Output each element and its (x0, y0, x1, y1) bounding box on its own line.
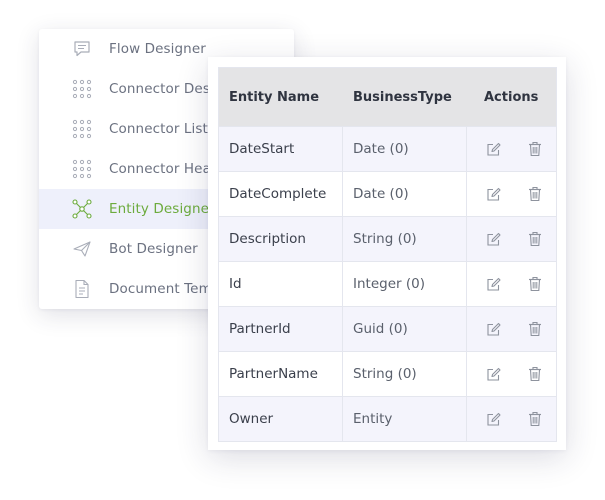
edit-button[interactable] (484, 185, 502, 203)
edit-icon (486, 367, 501, 381)
entity-name-cell: PartnerName (229, 366, 318, 382)
edit-icon (486, 277, 501, 291)
table-header: Entity Name BusinessType Actions (219, 68, 556, 126)
edit-icon (486, 142, 501, 156)
entity-table: Entity Name BusinessType Actions DateSta… (218, 67, 557, 442)
table-body: DateStart Date (0) DateComplete Date (0) (219, 126, 556, 441)
column-divider (466, 217, 467, 261)
edit-icon (486, 232, 501, 246)
column-divider (466, 352, 467, 396)
table-row: Id Integer (0) (219, 261, 556, 306)
table-row: Owner Entity (219, 396, 556, 441)
trash-icon (529, 276, 541, 292)
table-row: DateStart Date (0) (219, 126, 556, 171)
sidebar-item-label: Connector List (109, 121, 208, 137)
column-divider (466, 397, 467, 441)
column-divider (466, 307, 467, 351)
business-type-cell: Entity (353, 411, 393, 427)
trash-icon (529, 411, 541, 427)
column-divider (342, 127, 343, 171)
paper-plane-icon (72, 239, 92, 259)
edit-icon (486, 412, 501, 426)
document-icon (72, 279, 92, 299)
business-type-cell: Guid (0) (353, 321, 408, 337)
delete-button[interactable] (526, 185, 544, 203)
column-divider (342, 262, 343, 306)
column-divider (466, 172, 467, 216)
edit-button[interactable] (484, 230, 502, 248)
entity-table-card: Entity Name BusinessType Actions DateSta… (208, 57, 566, 450)
column-header-entity-name: Entity Name (229, 89, 320, 105)
trash-icon (529, 231, 541, 247)
edit-button[interactable] (484, 320, 502, 338)
chat-icon (72, 39, 92, 59)
delete-button[interactable] (526, 275, 544, 293)
edit-icon (486, 187, 501, 201)
business-type-cell: Date (0) (353, 141, 409, 157)
delete-button[interactable] (526, 365, 544, 383)
entity-name-cell: Owner (229, 411, 274, 427)
entity-name-cell: DateStart (229, 141, 295, 157)
edit-button[interactable] (484, 275, 502, 293)
sidebar-item-label: Entity Designer (109, 201, 215, 217)
dots-grid-icon (72, 159, 92, 179)
dots-grid-icon (72, 79, 92, 99)
edit-icon (486, 322, 501, 336)
trash-icon (529, 186, 541, 202)
dots-grid-icon (72, 119, 92, 139)
business-type-cell: String (0) (353, 231, 417, 247)
delete-button[interactable] (526, 140, 544, 158)
table-row: DateComplete Date (0) (219, 171, 556, 216)
edit-button[interactable] (484, 410, 502, 428)
table-row: PartnerId Guid (0) (219, 306, 556, 351)
network-icon (72, 199, 92, 219)
column-header-business-type: BusinessType (353, 89, 452, 105)
sidebar-item-label: Bot Designer (109, 241, 198, 257)
trash-icon (529, 366, 541, 382)
trash-icon (529, 141, 541, 157)
column-divider (342, 172, 343, 216)
entity-name-cell: PartnerId (229, 321, 291, 337)
column-divider (466, 127, 467, 171)
entity-name-cell: Description (229, 231, 306, 247)
delete-button[interactable] (526, 320, 544, 338)
edit-button[interactable] (484, 140, 502, 158)
business-type-cell: Integer (0) (353, 276, 425, 292)
column-divider (342, 307, 343, 351)
entity-name-cell: Id (229, 276, 242, 292)
column-divider (342, 397, 343, 441)
edit-button[interactable] (484, 365, 502, 383)
trash-icon (529, 321, 541, 337)
sidebar-item-label: Flow Designer (109, 41, 206, 57)
column-divider (466, 262, 467, 306)
delete-button[interactable] (526, 230, 544, 248)
table-row: PartnerName String (0) (219, 351, 556, 396)
business-type-cell: Date (0) (353, 186, 409, 202)
business-type-cell: String (0) (353, 366, 417, 382)
column-divider (342, 217, 343, 261)
delete-button[interactable] (526, 410, 544, 428)
column-divider (342, 352, 343, 396)
entity-name-cell: DateComplete (229, 186, 327, 202)
table-row: Description String (0) (219, 216, 556, 261)
column-header-actions: Actions (484, 89, 539, 105)
